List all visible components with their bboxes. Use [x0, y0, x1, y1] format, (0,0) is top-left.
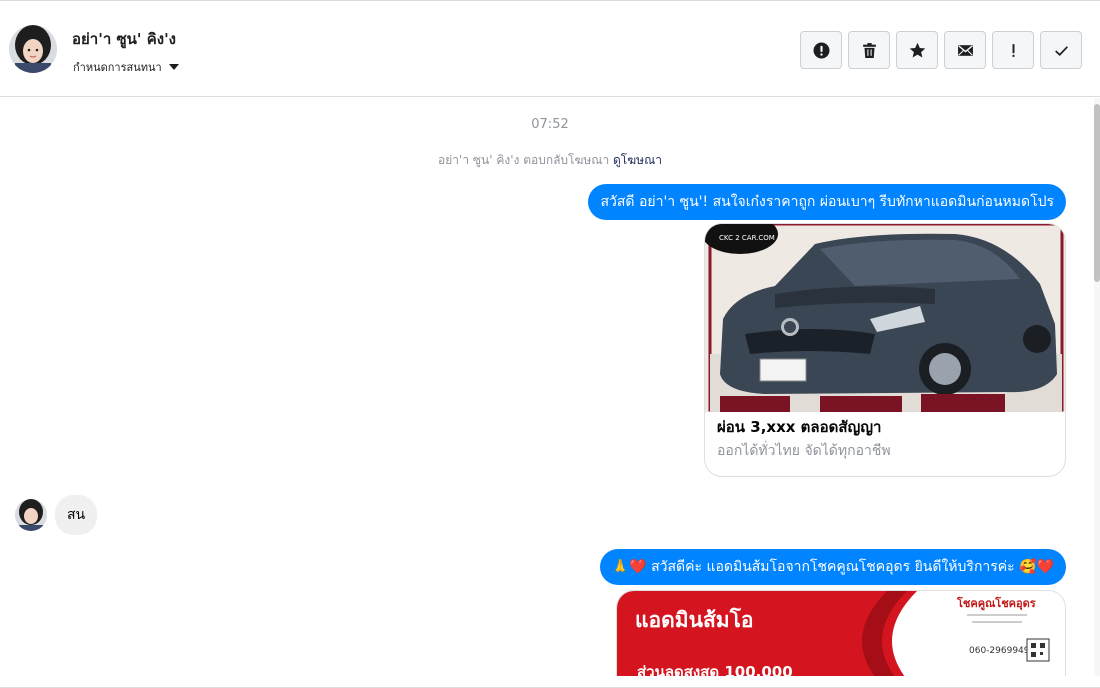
caret-down-icon	[168, 64, 179, 70]
ad-card-subtitle: ออกได้ทั่วไทย จัดได้ทุกอาชีพ	[717, 443, 891, 459]
exclamation-icon	[1012, 43, 1014, 57]
car-photo: CKC 2 CAR.COM	[705, 224, 1065, 412]
incoming-message[interactable]: สน	[55, 495, 98, 535]
assign-conversation-dropdown[interactable]: กำหนดการสนทนา	[73, 58, 179, 76]
contact-avatar[interactable]	[9, 25, 57, 73]
contact-name[interactable]: อย่า'า ซูน' คิง'ง	[72, 27, 176, 51]
ad-card-title: ผ่อน 3,xxx ตลอดสัญญา	[717, 418, 882, 436]
scrollbar[interactable]	[1094, 98, 1100, 676]
scrollbar-thumb[interactable]	[1094, 104, 1100, 282]
promo-banner-offer: ส่วนลดสูงสุด 100,000	[637, 663, 793, 676]
mark-done-button[interactable]	[1040, 31, 1082, 69]
incoming-message-row: สน	[15, 495, 98, 535]
outgoing-message[interactable]: สวัสดี อย่า'า ซูน'! สนใจเก๋งราคาถูก ผ่อน…	[588, 184, 1066, 220]
alert-circle-icon	[813, 42, 829, 58]
ad-reply-text: อย่า'า ซูน' คิง'ง ตอบกลับโฆษณา	[438, 153, 610, 167]
sender-avatar[interactable]	[15, 499, 47, 531]
message-thread: 07:52 อย่า'า ซูน' คิง'ง ตอบกลับโฆษณา ดูโ…	[0, 98, 1100, 676]
mark-unread-button[interactable]	[944, 31, 986, 69]
delete-button[interactable]	[848, 31, 890, 69]
star-icon	[909, 42, 925, 58]
check-icon	[1054, 45, 1068, 56]
view-ad-link[interactable]: ดูโฆษณา	[613, 153, 662, 167]
message-timestamp: 07:52	[531, 117, 569, 132]
envelope-icon	[957, 44, 973, 56]
trash-icon	[862, 42, 876, 58]
star-button[interactable]	[896, 31, 938, 69]
ad-reply-notice: อย่า'า ซูน' คิง'ง ตอบกลับโฆษณา ดูโฆษณา	[0, 151, 1100, 170]
spam-button[interactable]	[800, 31, 842, 69]
conversation-header: อย่า'า ซูน' คิง'ง กำหนดการสนทนา	[0, 1, 1100, 97]
promo-image[interactable]: แอดมินส้มโอ ส่วนลดสูงสุด 100,000 โชคคูณโ…	[616, 590, 1066, 676]
outgoing-message[interactable]: 🙏❤️ สวัสดีค่ะ แอดมินส้มโอจากโชคคูณโชคอุด…	[599, 549, 1066, 585]
ad-card[interactable]: CKC 2 CAR.COM ผ่อน 3,xxx ตลอดสัญญา ออกได…	[704, 223, 1066, 477]
assign-conversation-label: กำหนดการสนทนา	[73, 61, 162, 74]
promo-banner-title: แอดมินส้มโอ	[635, 607, 754, 632]
follow-up-button[interactable]	[992, 31, 1034, 69]
inbox-conversation-view: อย่า'า ซูน' คิง'ง กำหนดการสนทนา 07:52 อย…	[0, 0, 1100, 688]
promo-banner-phone: 060-2969949	[969, 646, 1030, 656]
card-image-logo-text: CKC 2 CAR.COM	[719, 234, 775, 242]
promo-banner-brand: โชคคูณโชคอุดร	[956, 596, 1036, 611]
conversation-toolbar	[800, 31, 1082, 69]
